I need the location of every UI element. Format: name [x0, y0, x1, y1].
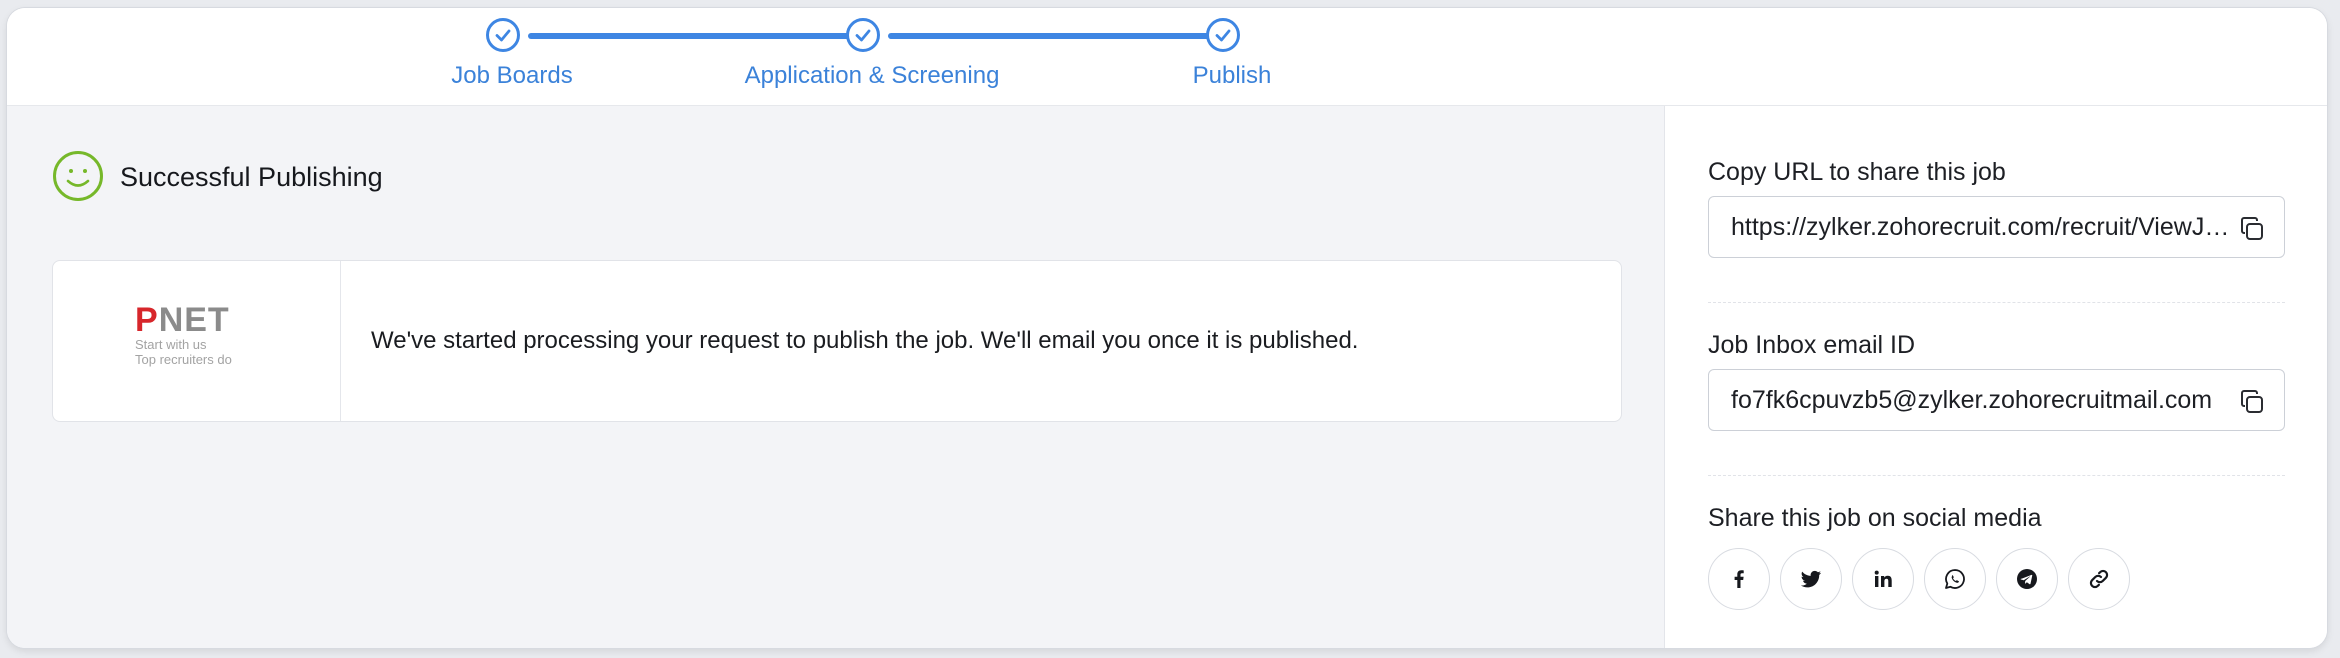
step-connector — [528, 33, 852, 39]
copy-email-icon[interactable] — [2238, 388, 2266, 416]
divider — [1708, 302, 2285, 303]
url-label: Copy URL to share this job — [1708, 158, 2006, 186]
social-share-buttons — [1708, 548, 2130, 610]
telegram-icon — [2017, 569, 2037, 589]
url-value[interactable]: https://zylker.zohorecruit.com/recruit/V… — [1731, 213, 2231, 242]
step-3-check-icon — [1206, 18, 1240, 52]
smiley-icon — [53, 151, 103, 201]
step-2-check-icon — [846, 18, 880, 52]
copy-link-button[interactable] — [2068, 548, 2130, 610]
share-linkedin-button[interactable] — [1852, 548, 1914, 610]
linkedin-icon — [1874, 570, 1892, 587]
email-label: Job Inbox email ID — [1708, 331, 1916, 359]
share-facebook-button[interactable] — [1708, 548, 1770, 610]
step-label-job-boards[interactable]: Job Boards — [451, 62, 572, 90]
step-label-application-screening[interactable]: Application & Screening — [745, 62, 1000, 90]
share-telegram-button[interactable] — [1996, 548, 2058, 610]
logo-tagline-2: Top recruiters do — [135, 352, 232, 367]
email-field[interactable]: fo7fk6cpuvzb5@zylker.zohorecruitmail.com — [1708, 369, 2285, 431]
divider — [1708, 475, 2285, 476]
logo-tagline-1: Start with us — [135, 337, 207, 352]
logo-name: PNET — [135, 301, 230, 339]
progress-stepper: Job Boards Application & Screening Publi… — [7, 8, 2327, 106]
social-label: Share this job on social media — [1708, 504, 2042, 532]
pnet-logo: PNET Start with us Top recruiters do — [135, 303, 232, 367]
publish-message: We've started processing your request to… — [371, 327, 1359, 354]
facebook-icon — [1734, 570, 1744, 588]
publish-status-panel: Successful Publishing PNET Start with us… — [7, 106, 1665, 648]
job-board-logo-cell: PNET Start with us Top recruiters do — [53, 261, 341, 421]
share-twitter-button[interactable] — [1780, 548, 1842, 610]
email-value[interactable]: fo7fk6cpuvzb5@zylker.zohorecruitmail.com — [1731, 386, 2231, 415]
job-board-card: PNET Start with us Top recruiters do We'… — [52, 260, 1622, 422]
share-panel: Copy URL to share this job https://zylke… — [1665, 106, 2327, 648]
copy-url-icon[interactable] — [2238, 215, 2266, 243]
status-title: Successful Publishing — [120, 162, 383, 192]
link-icon — [2089, 569, 2109, 589]
step-1-check-icon — [486, 18, 520, 52]
step-connector — [888, 33, 1212, 39]
publish-window: Job Boards Application & Screening Publi… — [7, 8, 2327, 648]
twitter-icon — [1800, 570, 1821, 588]
step-label-publish[interactable]: Publish — [1193, 62, 1272, 90]
whatsapp-icon — [1945, 569, 1965, 589]
url-field[interactable]: https://zylker.zohorecruit.com/recruit/V… — [1708, 196, 2285, 258]
share-whatsapp-button[interactable] — [1924, 548, 1986, 610]
